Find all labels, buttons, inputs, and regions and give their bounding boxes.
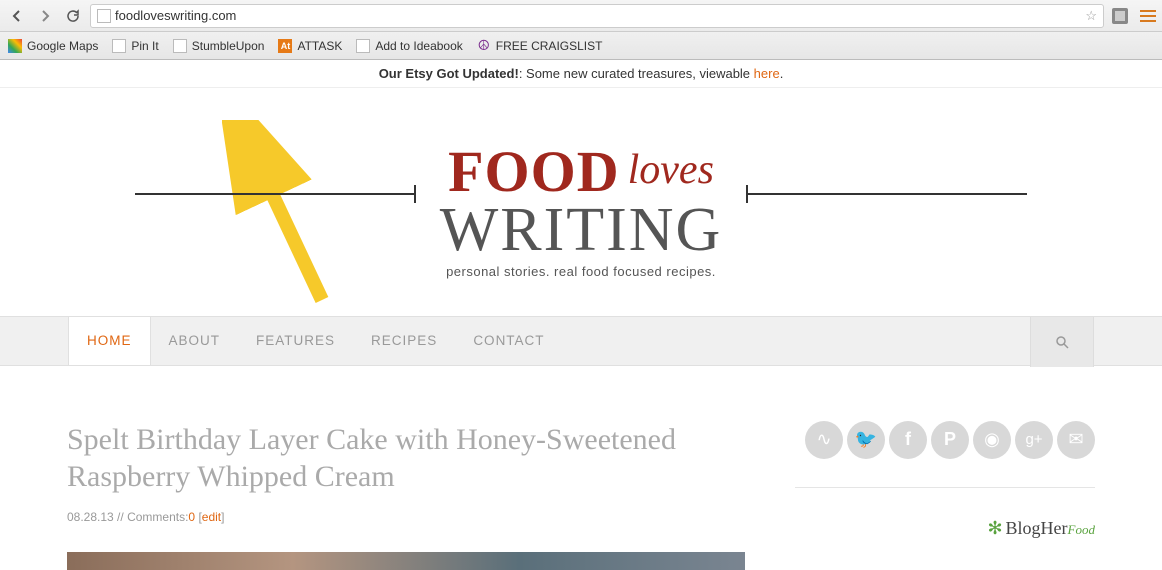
- blogher-badge[interactable]: ✻BlogHerFood: [795, 518, 1095, 539]
- page-icon: [173, 39, 187, 53]
- edit-link[interactable]: edit: [202, 510, 221, 524]
- blogher-icon: ✻: [987, 518, 1002, 538]
- gplus-icon[interactable]: g+: [1015, 421, 1053, 459]
- page-icon: [356, 39, 370, 53]
- facebook-icon[interactable]: f: [889, 421, 927, 459]
- bookmark-label: Add to Ideabook: [375, 39, 462, 53]
- bookmark-label: Pin It: [131, 39, 158, 53]
- announcement-link[interactable]: here: [754, 66, 780, 81]
- search-button[interactable]: [1030, 317, 1094, 367]
- announcement-bold: Our Etsy Got Updated!: [379, 66, 519, 81]
- post-date: 08.28.13: [67, 510, 114, 524]
- main-content: Spelt Birthday Layer Cake with Honey-Swe…: [67, 421, 745, 570]
- main-nav: HOMEABOUTFEATURESRECIPESCONTACT: [0, 316, 1162, 366]
- site-header: FOODloves WRITING personal stories. real…: [0, 88, 1162, 316]
- address-bar[interactable]: foodloveswriting.com ☆: [90, 4, 1104, 28]
- instagram-icon[interactable]: ◉: [973, 421, 1011, 459]
- pinterest-icon[interactable]: P: [931, 421, 969, 459]
- logo-tagline: personal stories. real food focused reci…: [440, 264, 723, 279]
- announcement-text: : Some new curated treasures, viewable: [519, 66, 754, 81]
- forward-button[interactable]: [34, 5, 56, 27]
- post-title[interactable]: Spelt Birthday Layer Cake with Honey-Swe…: [67, 421, 745, 496]
- nav-about[interactable]: ABOUT: [151, 317, 239, 365]
- page-icon: [97, 9, 111, 23]
- email-icon[interactable]: ✉: [1057, 421, 1095, 459]
- rss-icon[interactable]: ∿: [805, 421, 843, 459]
- nav-home[interactable]: HOME: [68, 317, 151, 365]
- social-icons: ∿🐦fP◉g+✉: [795, 421, 1095, 459]
- bookmark-star-icon[interactable]: ☆: [1085, 8, 1097, 24]
- nav-recipes[interactable]: RECIPES: [353, 317, 455, 365]
- bookmark-label: Google Maps: [27, 39, 98, 53]
- site-logo[interactable]: FOODloves WRITING personal stories. real…: [440, 143, 723, 279]
- browser-toolbar: foodloveswriting.com ☆: [0, 0, 1162, 32]
- attask-icon: At: [278, 39, 292, 53]
- bookmark-label: StumbleUpon: [192, 39, 265, 53]
- comments-label: Comments:: [127, 510, 188, 524]
- reload-button[interactable]: [62, 5, 84, 27]
- nav-features[interactable]: FEATURES: [238, 317, 353, 365]
- twitter-icon[interactable]: 🐦: [847, 421, 885, 459]
- bookmark-item[interactable]: Google Maps: [8, 39, 98, 53]
- sidebar: ∿🐦fP◉g+✉ ✻BlogHerFood: [795, 421, 1095, 570]
- bookmark-item[interactable]: Pin It: [112, 39, 158, 53]
- menu-button[interactable]: [1140, 10, 1156, 22]
- extension-icon[interactable]: [1110, 6, 1130, 26]
- bookmark-label: ATTASK: [297, 39, 342, 53]
- bookmark-label: FREE CRAIGSLIST: [496, 39, 603, 53]
- logo-food: FOOD: [448, 139, 620, 204]
- bookmark-item[interactable]: StumbleUpon: [173, 39, 265, 53]
- bookmark-item[interactable]: ☮ FREE CRAIGSLIST: [477, 39, 603, 53]
- logo-loves: loves: [628, 147, 714, 193]
- logo-writing: WRITING: [440, 201, 723, 260]
- divider: [795, 487, 1095, 488]
- back-button[interactable]: [6, 5, 28, 27]
- nav-contact[interactable]: CONTACT: [455, 317, 562, 365]
- post-meta: 08.28.13 // Comments:0 [edit]: [67, 510, 745, 524]
- bookmark-item[interactable]: Add to Ideabook: [356, 39, 462, 53]
- peace-icon: ☮: [477, 39, 491, 53]
- page-content: Our Etsy Got Updated!: Some new curated …: [0, 60, 1162, 570]
- url-text: foodloveswriting.com: [115, 8, 236, 23]
- maps-icon: [8, 39, 22, 53]
- bookmark-item[interactable]: At ATTASK: [278, 39, 342, 53]
- announcement-bar: Our Etsy Got Updated!: Some new curated …: [0, 60, 1162, 88]
- page-icon: [112, 39, 126, 53]
- bookmarks-bar: Google Maps Pin It StumbleUpon At ATTASK Add …: [0, 32, 1162, 60]
